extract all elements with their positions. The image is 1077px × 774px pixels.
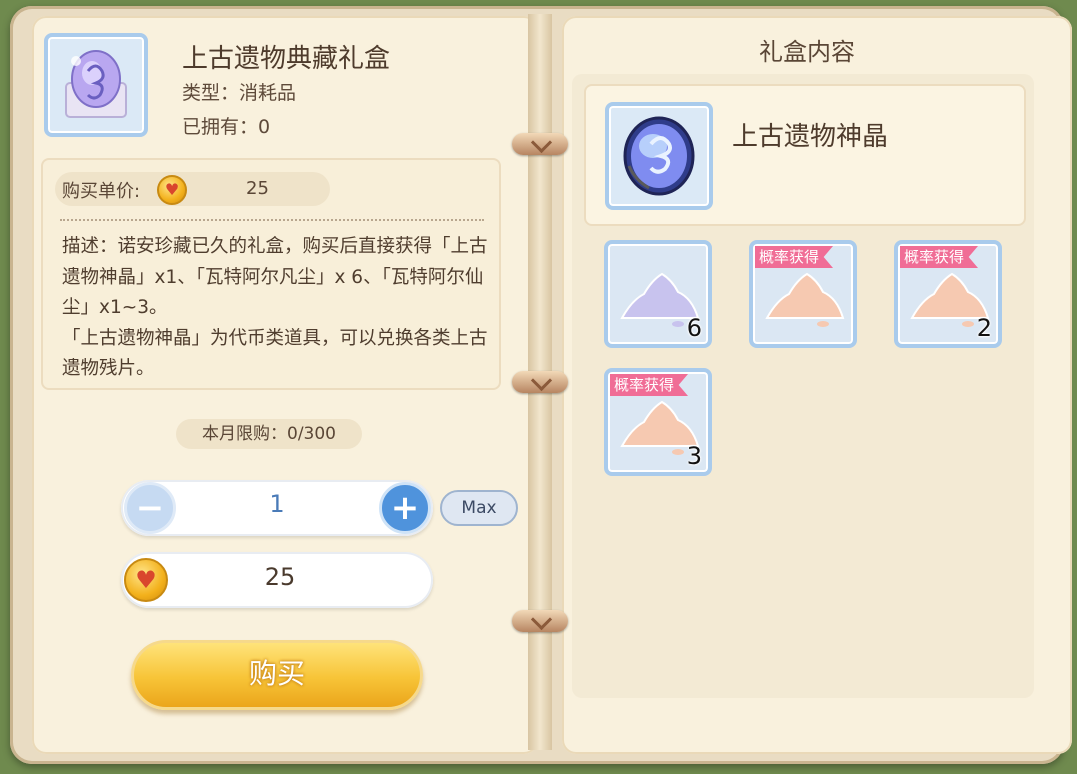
item-type: 类型：消耗品: [182, 82, 297, 104]
dust-pile-icon: [765, 272, 845, 327]
probability-tag: 概率获得: [755, 246, 834, 268]
reward-slot[interactable]: 6: [604, 240, 712, 348]
reward-quantity: 6: [686, 314, 702, 342]
minus-icon: −: [135, 488, 165, 528]
dotted-divider: [60, 219, 484, 221]
plus-icon: +: [390, 488, 420, 528]
giftbox-icon: [65, 50, 127, 118]
price-value: 25: [246, 178, 269, 199]
binder-ring: [512, 133, 568, 155]
featured-reward-slot[interactable]: [605, 102, 713, 210]
binder-ring: [512, 371, 568, 393]
reward-quantity: 2: [976, 314, 992, 342]
giftbox-item-icon-frame: [44, 33, 148, 137]
item-description: 描述：诺安珍藏已久的礼盒，购买后直接获得「上古遗物神晶」x1、「瓦特阿尔凡尘」x…: [62, 232, 494, 385]
coin-heart-icon: [157, 175, 187, 205]
reward-quantity: 3: [686, 442, 702, 470]
monthly-limit-badge: 本月限购：0/300: [176, 419, 362, 449]
featured-reward-name: 上古遗物神晶: [732, 122, 889, 152]
description-paragraph-1: 描述：诺安珍藏已久的礼盒，购买后直接获得「上古遗物神晶」x1、「瓦特阿尔凡尘」x…: [62, 236, 488, 318]
binder-ring: [512, 610, 568, 632]
probability-tag: 概率获得: [900, 246, 979, 268]
price-label: 购买单价:: [62, 181, 141, 202]
reward-slot[interactable]: 概率获得 2: [894, 240, 1002, 348]
buy-button[interactable]: 购买: [131, 640, 423, 710]
decrease-quantity-button[interactable]: −: [124, 482, 176, 534]
gift-contents-title: 礼盒内容: [759, 38, 855, 66]
description-paragraph-2: 「上古遗物神晶」为代币类道具，可以兑换各类上古遗物残片。: [62, 327, 488, 380]
reward-slot[interactable]: 概率获得: [749, 240, 857, 348]
crystal-orb-icon: [623, 116, 695, 196]
coin-heart-icon: [124, 558, 168, 602]
item-owned: 已拥有：0: [182, 116, 271, 138]
reward-slot[interactable]: 概率获得 3: [604, 368, 712, 476]
quantity-value[interactable]: 1: [176, 490, 378, 518]
probability-tag: 概率获得: [610, 374, 689, 396]
increase-quantity-button[interactable]: +: [379, 482, 431, 534]
item-title: 上古遗物典藏礼盒: [182, 44, 391, 74]
total-cost-value: 25: [264, 563, 296, 591]
max-quantity-button[interactable]: Max: [440, 490, 518, 526]
